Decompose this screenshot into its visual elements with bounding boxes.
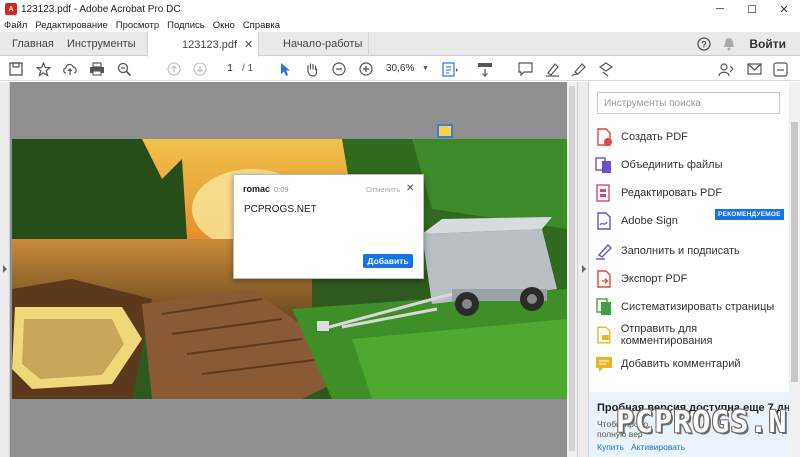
tool-send-for-comments[interactable]: Отправить для комментирования	[595, 323, 789, 347]
highlight-pen-icon[interactable]	[542, 59, 562, 79]
tab-document-label: 123123.pdf	[182, 38, 238, 51]
right-panel-toggle[interactable]	[577, 82, 589, 457]
edit-pdf-icon	[596, 184, 610, 202]
fill-sign-icon[interactable]	[596, 59, 616, 79]
zoom-search-icon[interactable]	[114, 59, 134, 79]
title-bar: A 123123.pdf - Adobe Acrobat Pro DC ─ ☐ …	[0, 0, 800, 18]
tools-panel-scrollbar[interactable]	[789, 82, 800, 457]
hand-tool-icon[interactable]	[302, 59, 322, 79]
tool-edit-pdf[interactable]: Редактировать PDF	[595, 182, 722, 204]
comment-time: 0:09	[274, 185, 289, 194]
create-pdf-icon	[597, 128, 612, 146]
left-panel-toggle[interactable]	[0, 82, 10, 457]
tool-label: Систематизировать страницы	[621, 301, 775, 313]
document-scrollbar[interactable]	[567, 82, 577, 457]
svg-text:?: ?	[701, 40, 707, 50]
tool-fill-sign[interactable]: Заполнить и подписать	[595, 240, 740, 262]
fill-sign-pen-icon	[596, 243, 612, 260]
zoom-out-icon[interactable]	[329, 59, 349, 79]
organize-pages-icon	[596, 298, 611, 315]
page-down-icon[interactable]	[190, 59, 210, 79]
comment-popup: romac 0:09 Отменить ✕ PCPROGS.NET Добави…	[233, 174, 424, 279]
signin-button[interactable]: Войти	[749, 37, 786, 51]
tool-label: Экспорт PDF	[621, 273, 688, 285]
tool-organize-pages[interactable]: Систематизировать страницы	[595, 296, 774, 318]
expand-left-icon	[3, 265, 7, 273]
page-number-input[interactable]: 1	[221, 62, 239, 76]
add-comment-icon	[596, 357, 612, 372]
print-icon[interactable]	[87, 59, 107, 79]
bell-icon[interactable]	[719, 34, 739, 54]
maximize-button[interactable]: ☐	[736, 0, 768, 18]
menu-bar: Файл Редактирование Просмотр Подпись Окн…	[0, 18, 800, 32]
tool-label: Создать PDF	[621, 131, 688, 143]
zoom-in-icon[interactable]	[356, 59, 376, 79]
menu-edit[interactable]: Редактирование	[35, 20, 107, 31]
zoom-level-select[interactable]: 30,6% ▼	[386, 62, 432, 76]
tool-label: Adobe Sign	[621, 215, 678, 227]
page-total: / 1	[242, 63, 254, 74]
buy-link[interactable]: Купить	[597, 442, 624, 452]
tool-adobe-sign[interactable]: Adobe Sign	[595, 210, 678, 232]
comment-author: romac	[243, 184, 271, 194]
comment-text[interactable]: PCPROGS.NET	[244, 204, 317, 215]
menu-file[interactable]: Файл	[4, 20, 27, 31]
tab-document[interactable]: 123123.pdf ✕	[147, 32, 259, 57]
recommended-badge: РЕКОМЕНДУЕМОЕ	[715, 209, 784, 220]
menu-view[interactable]: Просмотр	[116, 20, 159, 31]
acrobat-logo-icon: A	[5, 3, 17, 15]
tool-label: Объединить файлы	[621, 159, 723, 171]
export-pdf-icon	[597, 270, 611, 288]
tool-combine-files[interactable]: Объединить файлы	[595, 154, 723, 176]
close-button[interactable]: ✕	[768, 0, 800, 18]
collapse-right-icon	[582, 265, 586, 273]
tool-label: Отправить для комментирования	[620, 323, 713, 347]
help-icon[interactable]: ?	[694, 34, 714, 54]
email-icon[interactable]	[744, 59, 764, 79]
activate-link[interactable]: Активировать	[631, 442, 685, 452]
tool-label: Заполнить и подписать	[621, 245, 740, 257]
tools-panel-scroll-thumb[interactable]	[791, 122, 798, 382]
scroll-mode-icon[interactable]	[475, 59, 495, 79]
tool-label: Редактировать PDF	[621, 187, 723, 199]
combine-files-icon	[595, 157, 611, 173]
select-cursor-icon[interactable]	[275, 59, 295, 79]
tool-create-pdf[interactable]: Создать PDF	[595, 126, 688, 148]
watermark-text: PCPROGS.NET	[616, 405, 800, 440]
comment-close-icon[interactable]: ✕	[406, 183, 414, 194]
tab-close-icon[interactable]: ✕	[244, 38, 253, 51]
comment-icon[interactable]	[515, 59, 535, 79]
tool-export-pdf[interactable]: Экспорт PDF	[595, 268, 687, 290]
tab-start[interactable]: Начало-работы	[259, 32, 369, 56]
chevron-down-icon: ▼	[422, 65, 429, 72]
comment-note-icon[interactable]	[437, 124, 453, 138]
comment-add-button[interactable]: Добавить	[363, 254, 413, 268]
tool-label: Добавить комментарий	[621, 358, 741, 370]
zoom-level-value: 30,6%	[386, 63, 415, 74]
adobe-sign-icon	[597, 212, 611, 230]
fit-page-icon[interactable]	[441, 59, 461, 79]
upload-cloud-icon[interactable]	[60, 59, 80, 79]
tab-tools[interactable]: Инструменты	[67, 32, 136, 56]
sign-pen-icon[interactable]	[569, 59, 589, 79]
document-scroll-thumb[interactable]	[569, 86, 575, 451]
menu-sign[interactable]: Подпись	[167, 20, 205, 31]
tab-bar: Главная Инструменты 123123.pdf ✕ Начало-…	[0, 32, 800, 57]
comment-cancel-link[interactable]: Отменить	[366, 185, 400, 194]
bookmark-star-icon[interactable]	[33, 59, 53, 79]
save-icon[interactable]	[6, 59, 26, 79]
tools-search-input[interactable]: Инструменты поиска	[597, 92, 780, 114]
tab-home[interactable]: Главная	[12, 32, 54, 56]
window-title: 123123.pdf - Adobe Acrobat Pro DC	[21, 3, 181, 15]
minimize-button[interactable]: ─	[704, 0, 736, 18]
more-tools-icon[interactable]	[770, 59, 790, 79]
menu-window[interactable]: Окно	[213, 20, 235, 31]
page-up-icon[interactable]	[164, 59, 184, 79]
send-comments-icon	[597, 326, 611, 344]
main-toolbar: 1 / 1 30,6% ▼	[0, 57, 800, 81]
menu-help[interactable]: Справка	[243, 20, 280, 31]
share-user-icon[interactable]	[716, 59, 736, 79]
tool-add-comment[interactable]: Добавить комментарий	[595, 353, 740, 375]
